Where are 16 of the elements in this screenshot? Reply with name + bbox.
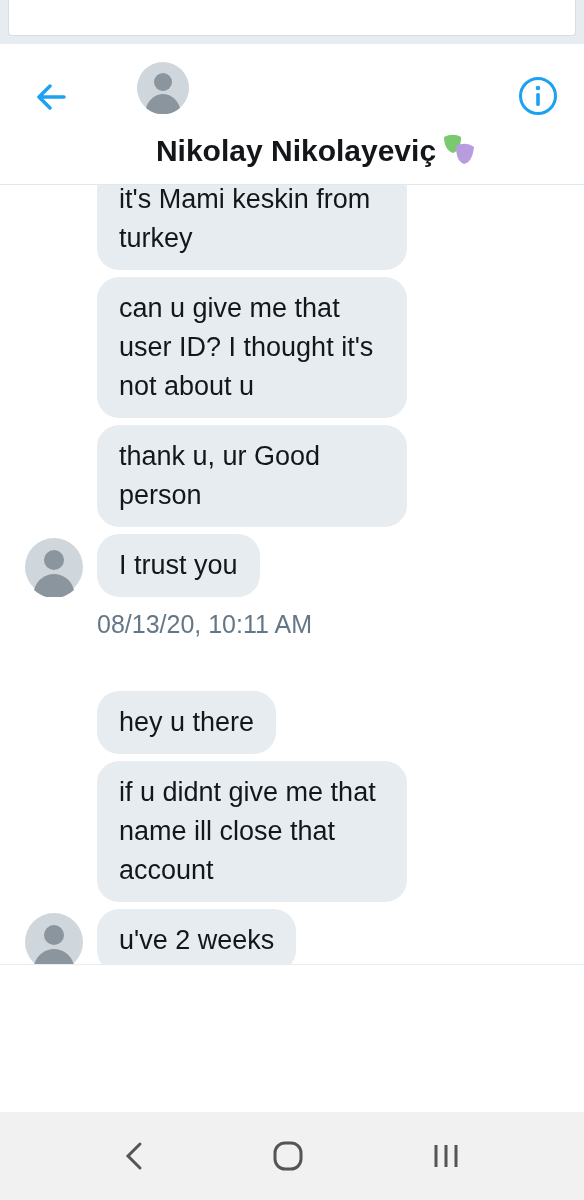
back-arrow-icon xyxy=(36,84,66,110)
home-icon[interactable] xyxy=(273,1141,303,1171)
message-bubble: thank u, ur Good person xyxy=(97,425,407,527)
message-bubble: u've 2 weeks xyxy=(97,908,297,964)
info-button[interactable] xyxy=(518,76,558,116)
message-bubble: hey u there xyxy=(97,690,277,754)
avatar[interactable] xyxy=(137,62,189,114)
contact-name: Nikolay Nikolayeviç xyxy=(155,133,437,169)
message-bubble: I trust you xyxy=(97,534,260,597)
info-icon xyxy=(518,76,558,116)
message-bubble: if u didnt give me that name ill close that account xyxy=(97,760,407,902)
avatar[interactable] xyxy=(24,537,84,597)
message-bubble: can u give me that user ID? I thought it's not about u xyxy=(97,277,407,418)
message-bubble: it's Mami keskin from turkey xyxy=(97,185,407,270)
timestamp: 08/13/20, 10:11 AM xyxy=(97,610,312,638)
avatar[interactable] xyxy=(24,911,84,964)
